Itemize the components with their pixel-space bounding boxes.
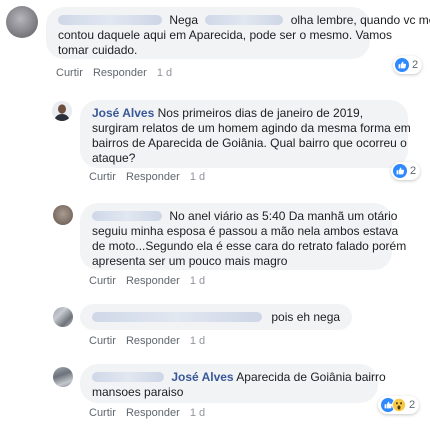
reaction-count: 2: [412, 59, 419, 71]
blurred-name: [205, 15, 284, 25]
comment-timestamp[interactable]: 1 d: [190, 171, 205, 183]
comment-text: tomar cuidado.: [58, 43, 138, 57]
comment-text: apresenta ser um pouco mais magro: [92, 254, 288, 268]
comment-actions: Curtir Responder 1 d: [56, 67, 172, 79]
reaction-summary[interactable]: 2: [378, 396, 420, 414]
avatar[interactable]: [53, 307, 73, 327]
person-avatar-icon: [52, 101, 72, 121]
avatar[interactable]: [52, 101, 72, 121]
comment-text: mansoes paraiso: [92, 385, 184, 399]
mention-link[interactable]: José Alves: [171, 370, 233, 384]
like-link[interactable]: Curtir: [89, 275, 116, 287]
comment-text: contou daquele aqui em Aparecida, pode s…: [58, 28, 392, 42]
like-reaction-icon: [393, 164, 407, 178]
comment-timestamp[interactable]: 1 d: [157, 67, 172, 79]
comment-actions: Curtir Responder 1 d: [89, 407, 205, 419]
comment-bubble: Nega olha lembre, quando vc me contou da…: [46, 7, 430, 59]
comment-bubble: José Alves Aparecida de Goiânia bairro m…: [80, 364, 386, 403]
comment-text: de moto...Segundo ela é esse cara do ret…: [92, 239, 407, 253]
like-reaction-icon: [395, 58, 409, 72]
reply-link[interactable]: Responder: [126, 407, 180, 419]
blurred-name: [58, 15, 162, 25]
reply-link[interactable]: Responder: [126, 275, 180, 287]
reaction-count: 2: [409, 399, 416, 411]
comment-text: olha lembre, quando vc me: [290, 13, 430, 27]
like-link[interactable]: Curtir: [56, 67, 83, 79]
comment-text: Nos primeiros dias de janeiro de 2019,: [157, 106, 364, 120]
reaction-summary[interactable]: 2: [393, 56, 423, 74]
comment-text: Aparecida de Goiânia bairro: [236, 370, 386, 384]
comment-actions: Curtir Responder 1 d: [89, 275, 205, 287]
comment-text: bairros de Aparecida de Goiânia. Qual ba…: [92, 136, 407, 150]
comment-text: No anel viário as 5:40 Da manhã um otári…: [169, 209, 398, 223]
reaction-count: 2: [410, 165, 417, 177]
like-link[interactable]: Curtir: [89, 171, 116, 183]
blurred-name: [92, 372, 164, 382]
comment-text: seguiu minha esposa é passou a mão nela …: [92, 224, 399, 238]
comment-actions: Curtir Responder 1 d: [89, 171, 205, 183]
like-link[interactable]: Curtir: [89, 335, 116, 347]
blurred-name: [92, 312, 262, 322]
comment-actions: Curtir Responder 1 d: [89, 335, 205, 347]
comment-timestamp[interactable]: 1 d: [190, 335, 205, 347]
comment-bubble: José Alves Nos primeiros dias de janeiro…: [80, 100, 411, 168]
reply-link[interactable]: Responder: [126, 171, 180, 183]
avatar[interactable]: [53, 205, 73, 225]
comment-bubble: No anel viário as 5:40 Da manhã um otári…: [80, 203, 407, 270]
reply-link[interactable]: Responder: [93, 67, 147, 79]
reply-link[interactable]: Responder: [126, 335, 180, 347]
comment-text: Nega: [169, 13, 199, 27]
blurred-name: [92, 211, 162, 221]
comment-author[interactable]: José Alves: [92, 106, 154, 120]
comment-text: surgiram relatos de um homem agindo da m…: [92, 121, 411, 135]
comment-timestamp[interactable]: 1 d: [190, 407, 205, 419]
wow-reaction-icon: [392, 398, 406, 412]
avatar[interactable]: [6, 6, 38, 38]
reaction-summary[interactable]: 2: [391, 162, 421, 180]
like-link[interactable]: Curtir: [89, 407, 116, 419]
comment-text: pois eh nega: [271, 310, 341, 324]
comment-text: ataque?: [92, 151, 136, 165]
avatar[interactable]: [53, 367, 73, 387]
comment-bubble: pois eh nega: [80, 304, 352, 330]
comment-timestamp[interactable]: 1 d: [190, 275, 205, 287]
